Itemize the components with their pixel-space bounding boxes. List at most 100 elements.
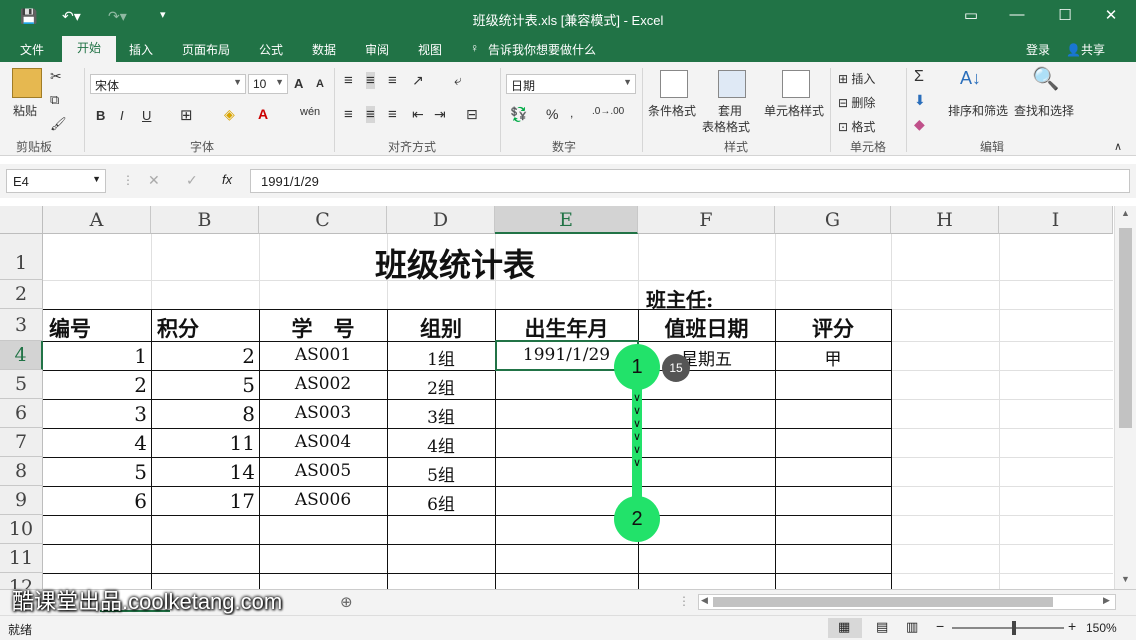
minimize-button[interactable]: — [1002,6,1032,23]
page-layout-view-icon[interactable]: ▤ [876,619,888,635]
table-cell[interactable]: 6组 [387,490,495,515]
table-cell[interactable]: 甲 [775,345,891,370]
cancel-icon[interactable]: ✕ [148,172,160,189]
row-header-11[interactable]: 11 [0,544,43,573]
comma-style-icon[interactable]: , [570,106,573,120]
format-as-table-button[interactable]: 套用 [718,102,742,119]
select-all-corner[interactable] [0,206,43,234]
add-sheet-icon[interactable]: ⊕ [340,593,353,611]
sort-filter-icon[interactable]: A↓ [960,68,981,89]
table-cell[interactable]: AS006 [259,490,387,510]
orientation-icon[interactable]: ↗ [412,72,424,89]
zoom-out-icon[interactable]: − [936,618,944,634]
tab-page-layout[interactable]: 页面布局 [182,41,230,58]
paste-icon[interactable] [12,68,42,98]
header-cell[interactable]: 组别 [387,313,495,343]
conditional-format-icon[interactable] [660,70,688,98]
table-cell[interactable]: 17 [151,489,255,513]
tab-view[interactable]: 视图 [418,41,442,58]
table-cell[interactable]: 5 [43,460,147,484]
share-button[interactable]: 👤共享 [1066,41,1105,58]
table-cell[interactable]: 4 [43,431,147,455]
insert-cells-button[interactable]: ⊞ 插入 [838,70,875,87]
table-cell[interactable]: 5组 [387,461,495,486]
tab-insert[interactable]: 插入 [129,41,153,58]
paste-button[interactable]: 粘贴 [13,102,37,119]
row-header-4[interactable]: 4 [0,341,43,370]
header-cell[interactable]: 编号 [49,313,91,343]
table-cell[interactable]: 8 [151,402,255,426]
column-header-g[interactable]: G [775,206,891,234]
column-header-c[interactable]: C [259,206,387,234]
table-cell[interactable]: 3 [43,402,147,426]
collapse-ribbon-icon[interactable]: ∧ [1114,140,1122,153]
italic-button[interactable]: I [120,108,124,123]
table-cell[interactable]: AS002 [259,374,387,394]
table-cell[interactable]: 2 [151,344,255,368]
page-break-view-icon[interactable]: ▥ [906,619,918,635]
increase-indent-icon[interactable]: ⇥ [434,106,446,123]
table-cell[interactable]: AS004 [259,432,387,452]
scroll-right-icon[interactable]: ▶ [1103,595,1110,606]
font-color-icon[interactable]: A [258,106,268,122]
find-select-button[interactable]: 查找和选择 [1014,102,1074,119]
scroll-left-icon[interactable]: ◀ [701,595,708,606]
row-header-7[interactable]: 7 [0,428,43,457]
table-cell[interactable]: AS001 [259,345,387,365]
login-link[interactable]: 登录 [1026,41,1050,58]
merge-center-icon[interactable]: ⊟ [466,106,478,123]
delete-cells-button[interactable]: ⊟ 删除 [838,94,875,111]
format-painter-icon[interactable]: 🖌 [50,116,67,132]
zoom-in-icon[interactable]: + [1068,618,1076,634]
align-bottom-icon[interactable]: ≡ [388,72,397,89]
column-header-h[interactable]: H [891,206,999,234]
border-icon[interactable]: ⊞ [180,106,193,124]
row-header-1[interactable]: 1 [0,234,43,280]
number-format-select[interactable]: 日期 ▼ [506,74,636,94]
tab-file[interactable]: 文件 [20,41,44,58]
column-header-i[interactable]: I [999,206,1113,234]
cell-styles-button[interactable]: 单元格样式 [764,102,824,119]
worksheet-grid[interactable]: A B C D E F G H I 1 2 3 4 5 6 7 8 9 10 1… [0,206,1136,589]
align-middle-icon[interactable]: ≡ [366,72,375,89]
scroll-thumb[interactable] [713,597,1053,607]
fill-color-icon[interactable]: ◈ [224,106,235,123]
wrap-text-icon[interactable]: ⤶ [454,72,462,89]
find-select-icon[interactable]: 🔍 [1032,66,1059,92]
scroll-up-icon[interactable]: ▲ [1121,208,1130,218]
format-cells-button[interactable]: ⊡ 格式 [838,118,875,135]
phonetic-icon[interactable]: wén [300,106,320,118]
zoom-level[interactable]: 150% [1086,621,1117,635]
align-center-icon[interactable]: ≡ [366,106,375,123]
table-cell[interactable]: 1 [43,344,147,368]
font-name-select[interactable]: 宋体 ▼ [90,74,246,94]
scroll-thumb[interactable] [1119,228,1132,428]
cell-styles-icon[interactable] [782,70,810,98]
table-cell[interactable]: 11 [151,431,255,455]
column-header-f[interactable]: F [638,206,775,234]
table-cell[interactable]: 5 [151,373,255,397]
zoom-slider-thumb[interactable] [1012,621,1016,635]
tell-me-input[interactable]: 告诉我你想要做什么 [488,41,596,58]
cut-icon[interactable]: ✂ [50,68,62,85]
row-header-8[interactable]: 8 [0,457,43,486]
clear-icon[interactable]: ◆ [914,116,925,133]
header-cell[interactable]: 出生年月 [495,313,638,343]
bold-button[interactable]: B [96,108,105,123]
grow-font-button[interactable]: A [294,76,303,91]
sort-filter-button[interactable]: 排序和筛选 [948,102,1008,119]
percent-button[interactable]: % [546,106,558,122]
row-header-6[interactable]: 6 [0,399,43,428]
column-header-e[interactable]: E [495,206,638,234]
align-right-icon[interactable]: ≡ [388,106,397,123]
header-cell[interactable]: 学 号 [259,313,387,343]
maximize-button[interactable]: ☐ [1050,6,1080,24]
decrease-indent-icon[interactable]: ⇤ [412,106,424,123]
row-header-10[interactable]: 10 [0,515,43,544]
table-cell[interactable]: AS003 [259,403,387,423]
font-size-select[interactable]: 10 ▼ [248,74,288,94]
format-as-table-icon[interactable] [718,70,746,98]
tab-home[interactable]: 开始 [62,36,116,62]
underline-button[interactable]: U [142,108,151,123]
accounting-icon[interactable]: 💱 [510,106,527,123]
